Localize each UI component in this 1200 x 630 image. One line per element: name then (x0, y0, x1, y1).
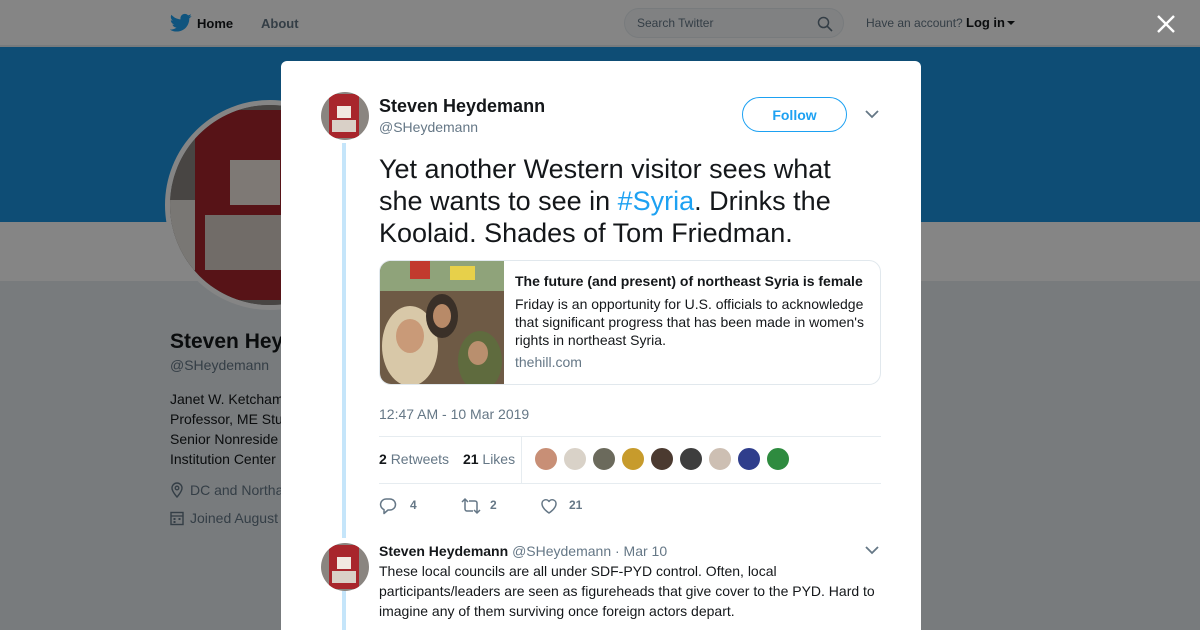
divider (379, 483, 881, 484)
tweet-actions: 4 2 21 (379, 495, 679, 517)
author-avatar[interactable] (321, 92, 369, 140)
divider (379, 436, 881, 437)
liker-avatar[interactable] (679, 447, 703, 471)
avatar-image (321, 92, 369, 140)
hashtag-link[interactable]: #Syria (618, 186, 695, 216)
thread-line (342, 143, 346, 538)
tweet-stats: 2 Retweets 21 Likes (379, 451, 515, 467)
heart-icon[interactable] (540, 497, 558, 515)
liker-avatar[interactable] (592, 447, 616, 471)
liker-avatar[interactable] (650, 447, 674, 471)
card-domain: thehill.com (515, 354, 582, 370)
chevron-down-icon[interactable] (865, 545, 879, 555)
liker-avatar[interactable] (766, 447, 790, 471)
retweets-label: Retweets (390, 451, 450, 467)
card-title: The future (and present) of northeast Sy… (515, 273, 863, 289)
tweet-text: Yet another Western visitor sees what sh… (379, 153, 879, 249)
liker-avatar[interactable] (563, 447, 587, 471)
retweets-count: 2 (379, 451, 387, 467)
divider (521, 437, 522, 483)
liker-avatar[interactable] (534, 447, 558, 471)
tweet-timestamp[interactable]: 12:47 AM - 10 Mar 2019 (379, 406, 529, 422)
link-card[interactable]: The future (and present) of northeast Sy… (379, 260, 881, 385)
reply-text: These local councils are all under SDF-P… (379, 563, 875, 619)
liker-avatar[interactable] (621, 447, 645, 471)
retweet-stat[interactable]: 2 Retweets (379, 451, 449, 467)
retweet-count: 2 (490, 498, 497, 512)
follow-button[interactable]: Follow (742, 97, 847, 132)
reply-author-name[interactable]: Steven Heydemann (379, 543, 508, 559)
like-count: 21 (569, 498, 583, 512)
likes-count: 21 (462, 451, 479, 467)
card-description: Friday is an opportunity for U.S. offici… (515, 296, 864, 348)
reply-author-handle[interactable]: @SHeydemann (512, 543, 611, 559)
likes-stat[interactable]: 21 Likes (463, 451, 515, 467)
tweet-modal: Steven Heydemann @SHeydemann Follow Yet … (281, 61, 921, 630)
reply-author-avatar[interactable] (321, 543, 369, 591)
likes-label: Likes (482, 451, 516, 467)
reply-icon[interactable] (379, 497, 397, 515)
liker-avatar[interactable] (737, 447, 761, 471)
avatar-image (321, 543, 369, 591)
liker-avatar[interactable] (708, 447, 732, 471)
thread-line (342, 591, 346, 630)
retweet-icon[interactable] (461, 497, 481, 515)
reply-date[interactable]: · Mar 10 (615, 543, 667, 559)
author-name[interactable]: Steven Heydemann (379, 96, 545, 117)
close-icon[interactable] (1156, 14, 1176, 34)
card-image (380, 261, 504, 384)
author-handle[interactable]: @SHeydemann (379, 119, 478, 135)
reply-header: Steven Heydemann @SHeydemann · Mar 10 (379, 543, 667, 559)
chevron-down-icon[interactable] (865, 109, 879, 119)
reply-count: 4 (410, 498, 417, 512)
